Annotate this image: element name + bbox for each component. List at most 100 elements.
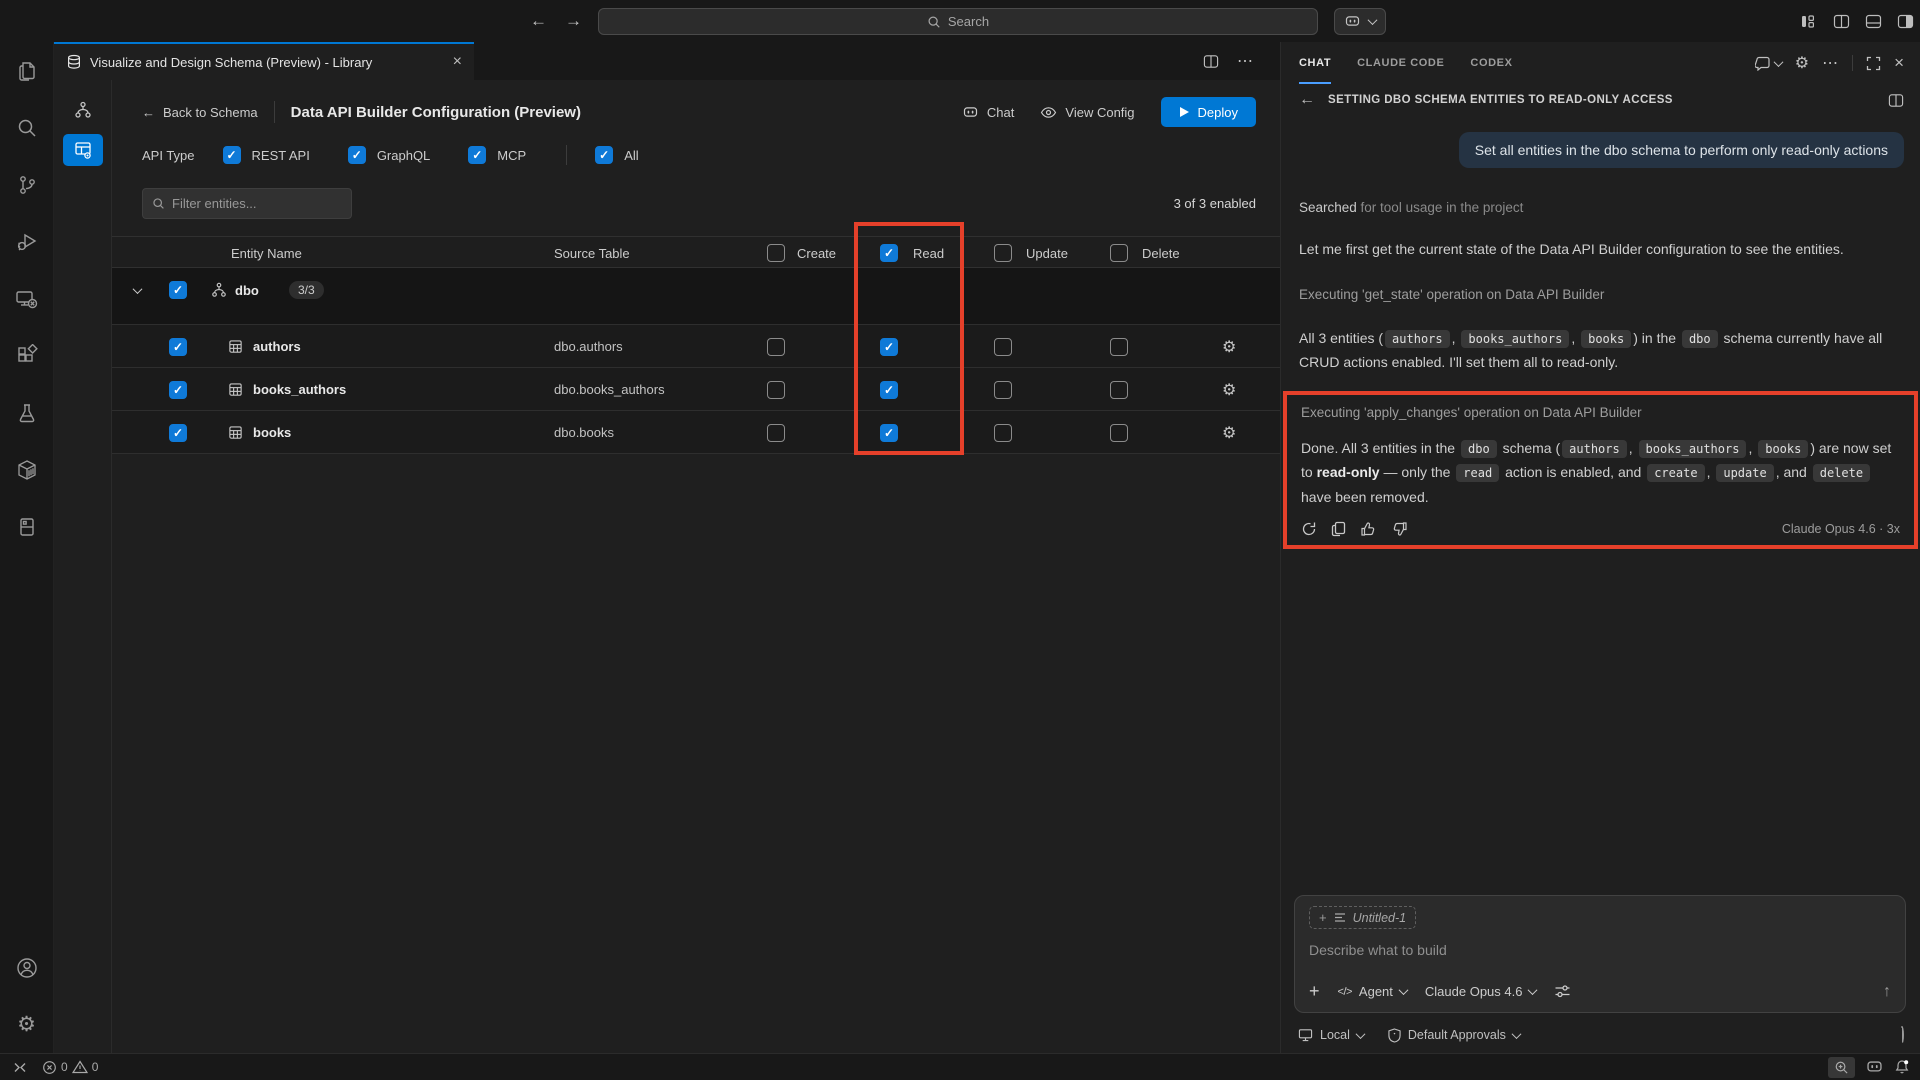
copilot-menu-button[interactable] (1334, 8, 1386, 35)
search-icon (927, 15, 941, 29)
response-model-meta: Claude Opus 4.6 · 3x (1782, 522, 1900, 536)
run-debug-icon[interactable] (0, 213, 54, 270)
back-to-schema-button[interactable]: ← Back to Schema (142, 105, 258, 120)
chevron-down-icon (1773, 57, 1783, 67)
search-icon (152, 197, 165, 210)
tab-chat[interactable]: CHAT (1299, 42, 1331, 84)
deploy-button[interactable]: Deploy (1161, 97, 1256, 127)
schema-designer-icon[interactable] (65, 96, 101, 124)
create-checkbox[interactable] (767, 424, 785, 442)
update-checkbox[interactable] (994, 338, 1012, 356)
chat-prompt-input[interactable] (1309, 942, 1891, 958)
mode-picker[interactable]: </> Agent (1338, 984, 1407, 999)
delete-checkbox[interactable] (1110, 338, 1128, 356)
filter-entities-input[interactable] (142, 188, 352, 219)
environment-picker[interactable]: Local (1298, 1028, 1364, 1042)
database-project-icon[interactable] (0, 498, 54, 555)
session-back-icon[interactable]: ← (1299, 91, 1315, 109)
header-update-checkbox[interactable] (994, 244, 1012, 262)
thumbs-up-icon[interactable] (1360, 521, 1377, 537)
api-builder-config-icon[interactable] (63, 134, 103, 166)
tools-sliders-icon[interactable] (1554, 984, 1571, 999)
searched-status-line: Searched for tool usage in the project (1299, 200, 1904, 215)
nav-forward-icon[interactable]: → (565, 11, 582, 31)
collapse-chevron-icon[interactable] (134, 268, 141, 312)
chat-settings-gear-icon[interactable]: ⚙ (1795, 53, 1809, 73)
settings-gear-icon[interactable]: ⚙ (0, 996, 54, 1053)
copilot-status-icon[interactable] (1865, 1060, 1884, 1074)
group-checkbox[interactable] (169, 281, 187, 299)
view-config-button[interactable]: View Config (1040, 105, 1134, 120)
split-editor-icon[interactable] (1833, 14, 1850, 29)
retry-icon[interactable] (1301, 521, 1317, 537)
agent-mode-icon: </> (1338, 986, 1352, 998)
editor-group: Visualize and Design Schema (Preview) - … (54, 42, 1280, 1053)
notifications-bell-icon[interactable] (1894, 1059, 1910, 1075)
row-settings-gear-icon[interactable]: ⚙ (1222, 325, 1236, 368)
new-chat-dropdown[interactable] (1755, 56, 1782, 71)
remote-explorer-icon[interactable] (0, 270, 54, 327)
chat-more-actions-icon[interactable]: ⋯ (1822, 53, 1839, 73)
rest-api-checkbox[interactable] (223, 146, 241, 164)
search-sidebar-icon[interactable] (0, 99, 54, 156)
source-control-icon[interactable] (0, 156, 54, 213)
row-checkbox[interactable] (169, 338, 187, 356)
delete-checkbox[interactable] (1110, 424, 1128, 442)
tab-codex[interactable]: CODEX (1470, 42, 1512, 84)
update-checkbox[interactable] (994, 424, 1012, 442)
header-create-checkbox[interactable] (767, 244, 785, 262)
chat-button[interactable]: Chat (962, 105, 1014, 120)
split-editor-right-icon[interactable] (1203, 54, 1219, 69)
source-table: dbo.books_authors (554, 368, 665, 411)
col-source-table: Source Table (554, 237, 630, 269)
close-panel-icon[interactable]: × (1894, 53, 1904, 73)
create-checkbox[interactable] (767, 381, 785, 399)
toggle-secondary-sidebar-icon[interactable] (1897, 14, 1914, 29)
nav-back-icon[interactable]: ← (530, 11, 547, 31)
all-checkbox[interactable] (595, 146, 613, 164)
package-cube-icon[interactable] (0, 441, 54, 498)
thumbs-down-icon[interactable] (1391, 521, 1408, 537)
tab-claude-code[interactable]: CLAUDE CODE (1357, 42, 1444, 84)
graphql-checkbox[interactable] (348, 146, 366, 164)
copy-icon[interactable] (1331, 521, 1346, 537)
chat-input-box[interactable]: + Untitled-1 + </> Agent Claude Opus 4.6 (1294, 895, 1906, 1013)
zoom-status-icon[interactable] (1828, 1057, 1855, 1078)
remote-indicator-icon[interactable] (12, 1061, 26, 1074)
tab-visualize-design-schema[interactable]: Visualize and Design Schema (Preview) - … (54, 42, 474, 80)
delete-checkbox[interactable] (1110, 381, 1128, 399)
chat-message-list[interactable]: Set all entities in the dbo schema to pe… (1281, 132, 1920, 549)
open-session-editor-icon[interactable] (1888, 93, 1904, 108)
problems-status[interactable]: 0 0 (42, 1060, 98, 1075)
attach-plus-icon[interactable]: + (1309, 981, 1320, 1002)
row-settings-gear-icon[interactable]: ⚙ (1222, 411, 1236, 454)
approvals-picker[interactable]: Default Approvals (1388, 1028, 1520, 1043)
mcp-checkbox[interactable] (468, 146, 486, 164)
explorer-icon[interactable] (0, 42, 54, 99)
tab-close-icon[interactable]: × (453, 53, 462, 71)
row-checkbox[interactable] (169, 424, 187, 442)
update-checkbox[interactable] (994, 381, 1012, 399)
model-picker[interactable]: Claude Opus 4.6 (1425, 984, 1537, 999)
chat-tab-bar: CHAT CLAUDE CODE CODEX ⚙ ⋯ × (1281, 42, 1920, 84)
editor-more-actions-icon[interactable]: ⋯ (1237, 51, 1254, 71)
header-read-checkbox[interactable] (880, 244, 898, 262)
maximize-panel-icon[interactable] (1866, 56, 1881, 71)
command-center-search[interactable]: Search (598, 8, 1318, 35)
read-checkbox[interactable] (880, 424, 898, 442)
read-checkbox[interactable] (880, 338, 898, 356)
session-spinner (1900, 1028, 1904, 1042)
create-checkbox[interactable] (767, 338, 785, 356)
col-create: Create (797, 237, 836, 269)
accounts-icon[interactable] (0, 939, 54, 996)
context-chip-untitled[interactable]: + Untitled-1 (1309, 906, 1416, 929)
customize-layout-icon[interactable] (1800, 14, 1818, 29)
row-checkbox[interactable] (169, 381, 187, 399)
extensions-icon[interactable] (0, 327, 54, 384)
header-delete-checkbox[interactable] (1110, 244, 1128, 262)
testing-beaker-icon[interactable] (0, 384, 54, 441)
toggle-panel-icon[interactable] (1865, 14, 1882, 29)
read-checkbox[interactable] (880, 381, 898, 399)
send-icon[interactable]: ↑ (1883, 983, 1891, 1001)
row-settings-gear-icon[interactable]: ⚙ (1222, 368, 1236, 411)
